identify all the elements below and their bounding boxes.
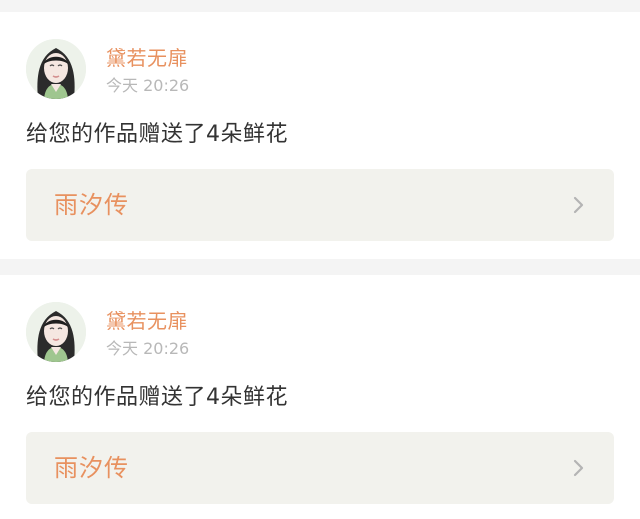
gift-message: 给您的作品赠送了4朵鲜花: [26, 385, 288, 410]
chevron-right-icon: [573, 196, 584, 214]
work-link-card[interactable]: 雨汐传: [26, 432, 614, 504]
avatar-illustration: [26, 302, 86, 362]
top-spacing: [0, 0, 640, 12]
notification-time: 今天 20:26: [106, 339, 190, 358]
avatar-illustration: [26, 39, 86, 99]
work-title: 雨汐传: [54, 191, 129, 219]
gift-message: 给您的作品赠送了4朵鲜花: [26, 122, 288, 147]
notification-time: 今天 20:26: [106, 76, 190, 95]
work-link-card[interactable]: 雨汐传: [26, 169, 614, 241]
author-name[interactable]: 黛若无扉: [106, 45, 188, 71]
user-avatar[interactable]: [26, 39, 86, 99]
card-separator: [0, 259, 640, 275]
chevron-right-icon: [573, 459, 584, 477]
work-title: 雨汐传: [54, 454, 129, 482]
author-name[interactable]: 黛若无扉: [106, 308, 188, 334]
flower-notification-feed: 黛若无扉 今天 20:26 给您的作品赠送了4朵鲜花 雨汐传 黛若无扉 今天 2…: [0, 0, 640, 519]
user-avatar[interactable]: [26, 302, 86, 362]
notification-card: 黛若无扉 今天 20:26 给您的作品赠送了4朵鲜花 雨汐传: [0, 275, 640, 519]
notification-card: 黛若无扉 今天 20:26 给您的作品赠送了4朵鲜花 雨汐传: [0, 12, 640, 259]
